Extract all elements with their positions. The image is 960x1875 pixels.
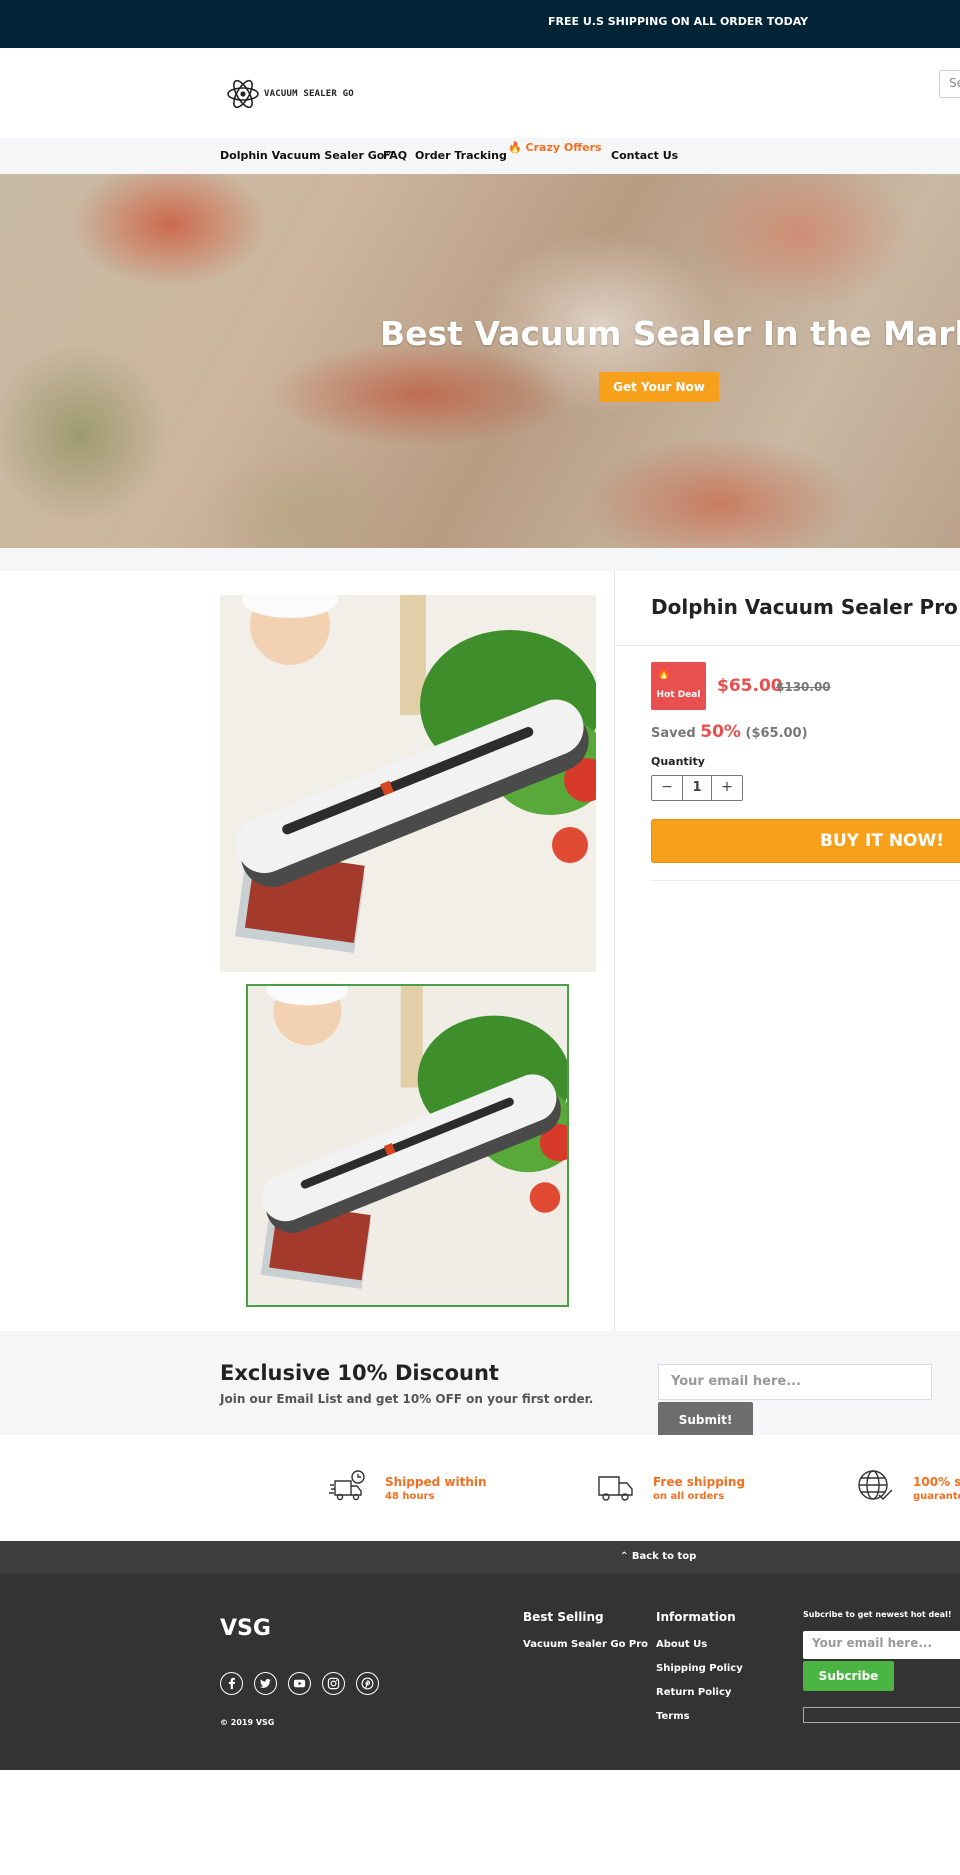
twitter-icon[interactable] <box>254 1672 277 1695</box>
feature-subtitle: 48 hours <box>385 1491 435 1502</box>
hero-banner: Best Vacuum Sealer In the Market Get You… <box>0 174 960 548</box>
nav-item-faq[interactable]: FAQ <box>383 149 407 162</box>
newsletter-section: Exclusive 10% Discount Join our Email Li… <box>0 1331 960 1438</box>
footer-email-input[interactable]: Your email here... <box>803 1631 960 1659</box>
footer-link-about-us[interactable]: About Us <box>656 1639 707 1650</box>
instagram-icon[interactable] <box>322 1672 345 1695</box>
feature-subtitle: guarante <box>913 1491 960 1502</box>
section-spacer <box>0 548 960 571</box>
nav-item-dolphin-vacuum-sealer-go[interactable]: Dolphin Vacuum Sealer Go™ <box>220 149 395 162</box>
compare-at-price: $130.00 <box>776 680 831 694</box>
newsletter-subtitle: Join our Email List and get 10% OFF on y… <box>220 1392 594 1406</box>
product-main-image[interactable] <box>220 595 596 972</box>
footer-empty-field[interactable] <box>803 1707 960 1723</box>
feature-title: Shipped within <box>385 1475 487 1489</box>
features-bar: Shipped within 48 hours Free shipping on… <box>0 1435 960 1541</box>
logo-text: VACUUM SEALER GO <box>264 89 354 99</box>
social-links <box>220 1672 379 1695</box>
fast-delivery-clock-icon <box>329 1470 365 1501</box>
globe-check-icon <box>858 1470 893 1500</box>
footer-link-vacuum-sealer-go-pro[interactable]: Vacuum Sealer Go Pro <box>523 1639 648 1650</box>
footer-brand: VSG <box>220 1616 271 1641</box>
delivery-truck-icon <box>598 1476 633 1501</box>
site-footer: VSG © 2019 VSG Best Selling Vacuum Seale… <box>0 1574 960 1770</box>
information-heading: Information <box>656 1610 736 1624</box>
footer-link-return-policy[interactable]: Return Policy <box>656 1687 731 1698</box>
vacuum-sealer-thumbnail-photo <box>248 986 567 1305</box>
announcement-bar: FREE U.S SHIPPING ON ALL ORDER TODAY <box>0 0 960 48</box>
quantity-plus-button[interactable]: + <box>712 776 742 800</box>
newsletter-title: Exclusive 10% Discount <box>220 1361 499 1385</box>
saved-amount: ($65.00) <box>745 726 808 741</box>
back-to-top-link[interactable]: ⌃ Back to top <box>620 1551 696 1562</box>
product-column-divider <box>614 571 615 1331</box>
announcement-text: FREE U.S SHIPPING ON ALL ORDER TODAY <box>548 15 809 28</box>
buy-it-now-button[interactable]: BUY IT NOW! <box>651 819 960 863</box>
youtube-icon[interactable] <box>288 1672 311 1695</box>
savings-text: Saved 50% ($65.00) <box>651 722 808 742</box>
nav-item-crazy-offers[interactable]: 🔥 Crazy Offers <box>508 141 602 154</box>
get-your-now-button[interactable]: Get Your Now <box>599 372 719 402</box>
atom-logo-icon <box>227 79 259 109</box>
site-logo[interactable]: VACUUM SEALER GO <box>225 74 354 114</box>
footer-link-shipping-policy[interactable]: Shipping Policy <box>656 1663 743 1674</box>
nav-item-contact-us[interactable]: Contact Us <box>611 149 678 162</box>
pinterest-icon[interactable] <box>356 1672 379 1695</box>
footer-link-terms[interactable]: Terms <box>656 1711 690 1722</box>
quantity-stepper: − 1 + <box>651 775 743 801</box>
quantity-label: Quantity <box>651 755 705 768</box>
copyright: © 2019 VSG <box>220 1718 275 1727</box>
subscribe-button[interactable]: Subcribe <box>803 1661 894 1691</box>
back-to-top-bar: ⌃ Back to top <box>0 1541 960 1574</box>
facebook-icon[interactable] <box>220 1672 243 1695</box>
site-header: VACUUM SEALER GO Se <box>0 48 960 138</box>
saved-label: Saved <box>651 726 696 741</box>
best-selling-heading: Best Selling <box>523 1610 604 1624</box>
quantity-minus-button[interactable]: − <box>652 776 682 800</box>
feature-title: 100% sa <box>913 1475 960 1489</box>
feature-title: Free shipping <box>653 1475 746 1489</box>
main-nav: Dolphin Vacuum Sealer Go™ FAQ Order Trac… <box>0 138 960 174</box>
quantity-input[interactable]: 1 <box>682 776 712 800</box>
subscribe-heading: Subcribe to get newest hot deal! <box>803 1610 952 1619</box>
hero-title: Best Vacuum Sealer In the Market <box>380 314 960 353</box>
product-title: Dolphin Vacuum Sealer Pro™ <box>651 595 960 619</box>
hot-deal-badge: 🔥 Hot Deal <box>651 662 706 710</box>
nav-item-crazy-offers-label: Crazy Offers <box>525 141 602 154</box>
product-price: $65.00 <box>717 676 783 696</box>
nav-item-order-tracking[interactable]: Order Tracking <box>415 149 507 162</box>
vacuum-sealer-photo <box>220 595 596 972</box>
fire-icon: 🔥 <box>508 141 522 154</box>
title-divider <box>615 645 960 646</box>
feature-subtitle: on all orders <box>653 1491 725 1502</box>
saved-percent: 50% <box>700 722 741 742</box>
newsletter-email-input[interactable]: Your email here... <box>658 1364 932 1400</box>
flame-icon: 🔥 <box>657 667 671 680</box>
buy-divider <box>651 880 960 881</box>
newsletter-submit-button[interactable]: Submit! <box>658 1402 753 1438</box>
product-thumbnail[interactable] <box>246 984 569 1307</box>
hot-deal-label: Hot Deal <box>656 690 701 700</box>
search-input[interactable]: Se <box>939 70 960 98</box>
